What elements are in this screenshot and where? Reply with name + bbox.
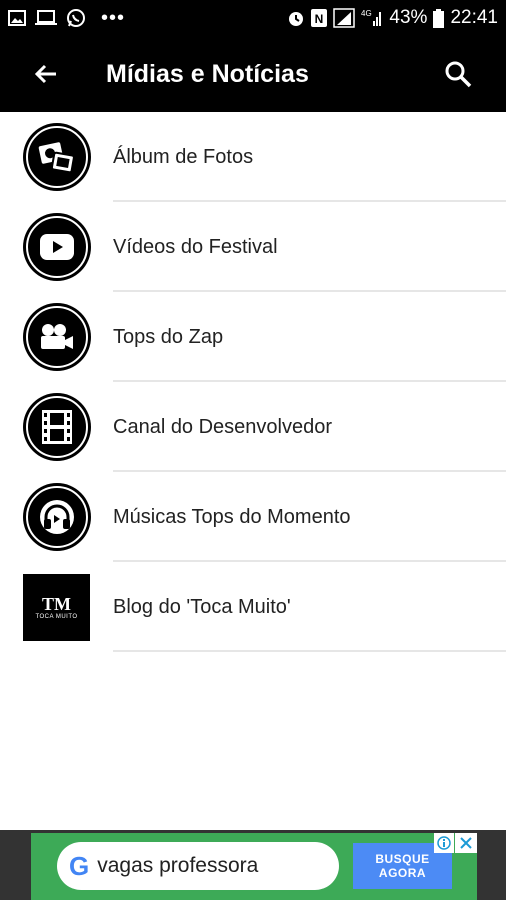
search-button[interactable]	[436, 52, 480, 96]
back-button[interactable]	[24, 52, 68, 96]
photos-icon	[23, 123, 91, 191]
ad-query-text: vagas professora	[97, 854, 259, 877]
list-item-videos-festival[interactable]: Vídeos do Festival	[0, 202, 506, 292]
network-4g-icon: 4G	[361, 8, 383, 28]
list-item-label: Canal do Desenvolvedor	[113, 416, 333, 438]
status-time: 22:41	[450, 7, 498, 28]
youtube-icon	[23, 213, 91, 281]
battery-icon	[433, 8, 445, 28]
menu-list: Álbum de Fotos Vídeos do Festival Tops d…	[0, 112, 506, 652]
status-right-icons: N 4G 43% 22:41	[287, 7, 498, 29]
video-camera-icon	[23, 303, 91, 371]
signal-icon	[333, 8, 356, 28]
list-item-tops-zap[interactable]: Tops do Zap	[0, 292, 506, 382]
alarm-icon	[287, 9, 305, 27]
list-item-canal-desenvolvedor[interactable]: Canal do Desenvolvedor	[0, 382, 506, 472]
list-item-label: Álbum de Fotos	[113, 146, 254, 168]
battery-percent: 43%	[389, 7, 428, 28]
status-bar: ••• N 4G 43% 22:41	[0, 0, 506, 36]
logo-subtext: TOCA MUITO	[35, 613, 78, 620]
toca-muito-logo: TM TOCA MUITO	[23, 574, 90, 641]
close-ad-icon[interactable]	[455, 833, 477, 853]
whatsapp-icon	[66, 8, 86, 28]
list-item-blog-toca-muito[interactable]: TM TOCA MUITO Blog do 'Toca Muito'	[0, 562, 506, 652]
image-icon	[8, 10, 26, 26]
page-title: Mídias e Notícias	[106, 59, 309, 88]
adchoices-icon[interactable]	[434, 833, 454, 853]
svg-text:N: N	[315, 12, 324, 26]
google-g-icon: G	[69, 850, 90, 881]
status-left-icons: •••	[8, 8, 125, 28]
ad-search-pill[interactable]: G vagas professora	[57, 842, 339, 890]
list-item-musicas-tops[interactable]: Músicas Tops do Momento	[0, 472, 506, 562]
nfc-icon: N	[311, 9, 328, 27]
list-item-label: Músicas Tops do Momento	[113, 506, 351, 528]
logo-text: TM	[42, 593, 71, 614]
headphones-icon	[23, 483, 91, 551]
laptop-icon	[35, 10, 57, 26]
list-item-album-fotos[interactable]: Álbum de Fotos	[0, 112, 506, 202]
film-strip-icon	[23, 393, 91, 461]
network-type-label: 4G	[361, 9, 372, 18]
list-item-label: Vídeos do Festival	[113, 236, 278, 258]
more-notifications-icon: •••	[101, 7, 126, 29]
divider	[113, 650, 506, 652]
screen: ••• N 4G 43% 22:41 Mídias e Notícias Álb…	[0, 0, 506, 900]
ad-banner[interactable]: G vagas professora BUSQUE AGORA	[31, 833, 477, 900]
list-item-label: Tops do Zap	[113, 326, 224, 348]
back-arrow-icon	[34, 64, 56, 84]
app-bar: Mídias e Notícias	[0, 36, 506, 112]
list-item-label: Blog do 'Toca Muito'	[113, 596, 291, 618]
search-icon	[445, 61, 472, 88]
